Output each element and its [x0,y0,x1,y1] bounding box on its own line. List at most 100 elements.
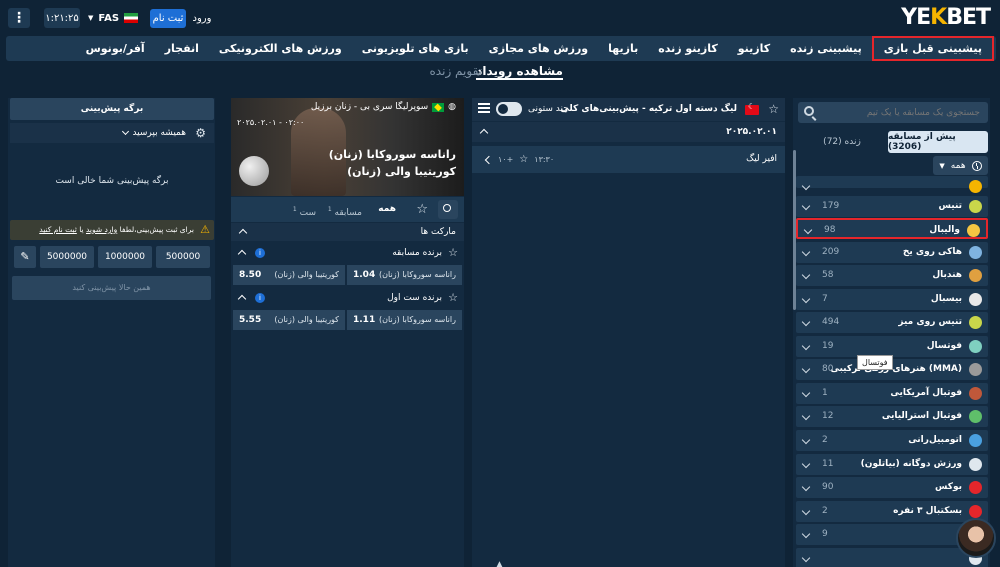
register-link[interactable]: ثبت نام کنید [39,225,77,234]
chevron-down-icon[interactable] [801,553,811,563]
market-match-winner[interactable]: ☆ برنده مسابقه i [231,243,464,263]
tab-prematch[interactable]: پیش از مسابقه (3206) [888,131,988,153]
tab-event-view[interactable]: مشاهده رویداد [476,64,563,80]
sport-row[interactable]: فوتسال 19 [796,336,988,357]
search-icon[interactable] [804,106,814,116]
login-link[interactable]: وارد شوید [86,225,117,234]
favorite-star-icon[interactable]: ☆ [416,202,428,217]
chevron-up-icon[interactable] [238,228,248,238]
sport-row[interactable]: ورزش دوگانه (بیاتلون) 11 [796,454,988,475]
stake-amount-button[interactable]: 1000000 [98,246,152,268]
gear-icon[interactable]: ⚙ [195,126,206,140]
logo[interactable]: YEKBET [901,5,991,30]
nav-tv-games[interactable]: بازی های تلویزیونی [352,36,479,61]
nav-crash[interactable]: انفجار [155,36,209,61]
sport-row[interactable]: تنیس 179 [796,196,988,217]
chevron-down-icon[interactable] [803,225,813,235]
nav-games[interactable]: بازیها [598,36,648,61]
chevron-down-icon[interactable] [801,201,811,211]
odd-button[interactable]: راناسه سوروکابا (زنان) 1.04 [347,265,462,285]
chevron-down-icon[interactable] [801,482,811,492]
sport-row[interactable]: بوکس 90 [796,477,988,498]
odd-value: 8.50 [239,270,262,280]
match-row[interactable]: افیر لیگ ۱۰+ ☆ ۱۳:۳۰ [472,146,785,173]
support-avatar[interactable] [956,518,996,558]
chevron-down-icon[interactable] [801,435,811,445]
sport-row[interactable] [796,176,988,193]
edit-stakes-button[interactable]: ✎ [14,246,36,268]
odd-button[interactable]: راناسه سوروکابا (زنان) 1.11 [347,310,462,330]
date-group-header[interactable]: ۲۰۲۵.۰۲.۰۱ [472,122,785,142]
search-input[interactable] [820,102,980,123]
chevron-up-icon[interactable] [237,294,247,304]
sport-row[interactable]: اتومبیل‌رانی 2 [796,430,988,451]
chevron-down-icon[interactable] [801,459,811,469]
chevron-down-icon[interactable] [801,506,811,516]
register-button[interactable]: ثبت نام [150,9,186,28]
multi-column-toggle[interactable]: چند ستونی [496,102,569,116]
sport-row[interactable]: فوتبال آمریکایی 1 [796,383,988,404]
language-selector[interactable]: ▼ FAS [88,9,139,27]
list-view-icon[interactable] [478,103,490,115]
nav-live[interactable]: پیشبینی زنده [780,36,872,61]
chevron-down-icon[interactable] [801,364,811,374]
sport-row[interactable]: فوتبال استرالیایی 12 [796,406,988,427]
nav-esports[interactable]: ورزش های الکترونیکی [209,36,352,61]
favorite-star-icon[interactable]: ☆ [768,102,779,116]
nav-casino[interactable]: کازینو [728,36,780,61]
sport-row[interactable]: تنیس روی میز 494 [796,312,988,333]
login-button[interactable]: ورود [190,9,214,28]
odd-button[interactable]: کوریتیبا والی (زنان) 5.55 [233,310,345,330]
stake-amount-button[interactable]: 500000 [156,246,210,268]
markets-header[interactable]: مارکت ها [231,223,464,241]
tab-set[interactable]: 1 ست [293,197,316,226]
nav-live-casino[interactable]: کازینو زنده [648,36,728,61]
chevron-down-icon[interactable] [801,341,811,351]
sport-row[interactable]: هاکی روی یخ 209 [796,242,988,263]
favorite-star-icon[interactable]: ☆ [448,246,458,259]
tab-match[interactable]: 1 مسابقه [328,197,362,226]
chevron-down-icon[interactable] [801,529,811,539]
place-bet-button[interactable]: همین حالا پیش‌بینی کنید [12,276,211,300]
chevron-left-icon[interactable] [484,155,494,164]
chevron-down-icon[interactable] [801,247,811,257]
sport-row[interactable] [796,548,988,567]
nav-bonus[interactable]: آفر/بونوس [76,36,155,61]
chevron-up-icon[interactable] [237,249,247,259]
odds-change-setting[interactable]: ⚙ همیشه بپرسید [10,123,214,143]
sport-row[interactable]: بیسبال 7 [796,289,988,310]
chevron-up-icon[interactable] [479,128,489,138]
american-football-icon [969,387,982,400]
more-menu-button[interactable]: ⋮ [8,8,30,28]
info-icon[interactable]: i [255,293,265,303]
login-warning-text: برای ثبت پیش‌بینی،لطفا وارد شوید یا ثبت … [39,220,194,240]
stake-amount-button[interactable]: 5000000 [40,246,94,268]
chevron-down-icon[interactable] [801,388,811,398]
sport-row[interactable]: والیبال 98 [796,218,988,239]
chevron-down-icon[interactable] [801,317,811,327]
event-search-button[interactable] [438,200,458,219]
chevron-down-icon[interactable] [801,411,811,421]
tab-all[interactable]: همه [378,197,396,222]
time-filter-select[interactable]: ▼ همه [933,156,988,175]
multi-column-label: چند ستونی [528,104,569,114]
tab-live[interactable]: زنده (72) [798,131,886,153]
sport-row[interactable]: بسکتبال ۳ نفره 2 [796,501,988,522]
tab-live-calendar[interactable]: تقویم زنده [430,64,482,78]
favorite-star-icon[interactable]: ☆ [448,291,458,304]
chevron-down-icon[interactable] [801,294,811,304]
nav-virtual-sports[interactable]: ورزش های مجازی [479,36,598,61]
toggle-switch[interactable] [496,102,522,116]
nav-prematch[interactable]: پیشبینی قبل بازی [871,36,994,61]
scrollbar[interactable] [793,150,796,310]
info-icon[interactable]: i [255,248,265,258]
chevron-down-icon[interactable] [801,270,811,280]
scroll-up-caret[interactable]: ▲ [496,560,503,567]
search-box [798,102,988,123]
sport-row[interactable]: هندبال 58 [796,265,988,286]
chevron-down-icon[interactable] [121,127,130,136]
odd-button[interactable]: کوریتیبا والی (زنان) 8.50 [233,265,345,285]
market-first-set-winner[interactable]: ☆ برنده ست اول i [231,288,464,308]
sport-name: هندبال [932,270,962,280]
favorite-star-icon[interactable]: ☆ [519,146,528,173]
